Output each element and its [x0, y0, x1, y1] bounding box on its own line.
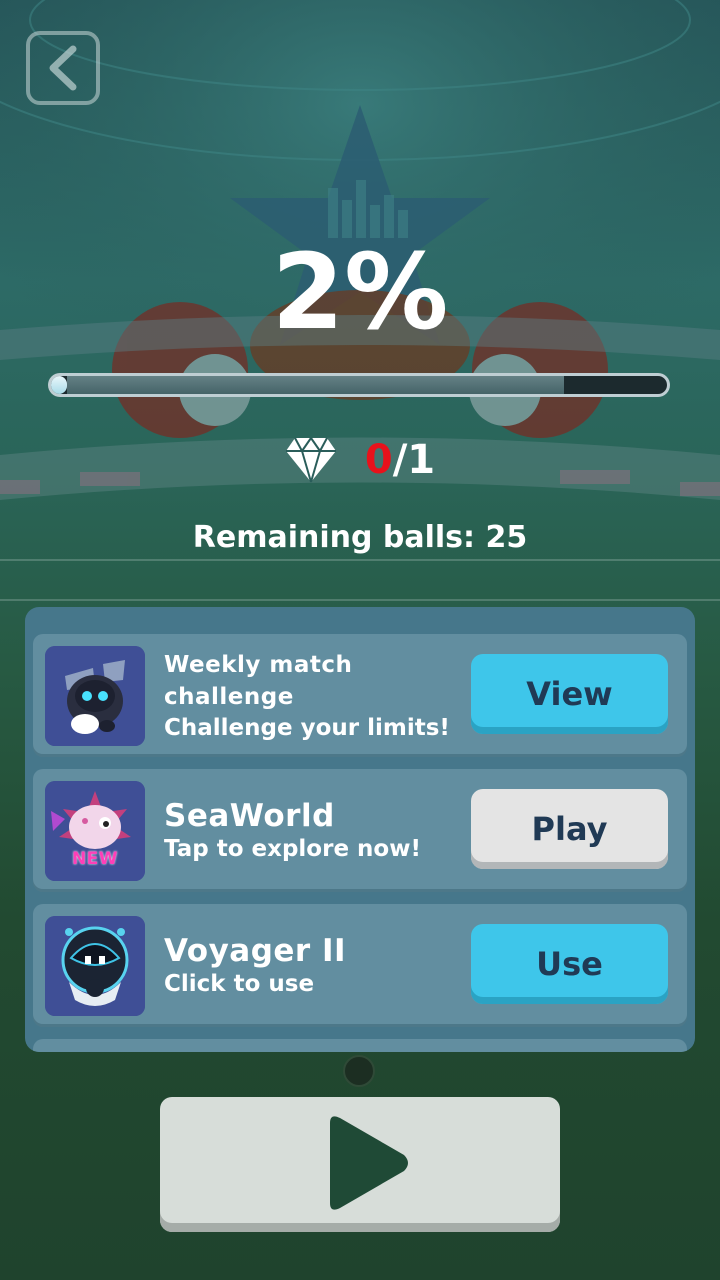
gem-counter: 0/1 [0, 432, 720, 488]
new-badge: NEW [71, 849, 119, 869]
gems-collected: 0 [364, 437, 393, 483]
offer-text: Weekly match challenge Challenge your li… [164, 634, 464, 757]
offer-row-seaworld: NEW SeaWorld Tap to explore now! Play [33, 769, 687, 892]
play-seaworld-button[interactable]: Play [471, 789, 668, 869]
offer-title: Voyager II [164, 932, 347, 969]
offer-row-partial [33, 1039, 687, 1052]
start-play-button[interactable] [160, 1097, 560, 1232]
offer-subtitle: Challenge your limits! [164, 714, 450, 741]
gems-separator: / [392, 437, 408, 483]
offer-row-weekly-challenge: Weekly match challenge Challenge your li… [33, 634, 687, 757]
diamond-icon [285, 437, 336, 483]
gem-count: 0/1 [365, 437, 435, 483]
chevron-left-icon [49, 45, 77, 91]
offer-subtitle: Click to use [164, 970, 315, 997]
offer-title: SeaWorld [164, 797, 335, 834]
robot-character-icon [45, 646, 145, 746]
progress-bar-fill [51, 376, 68, 394]
camera-notch [343, 1055, 375, 1087]
offer-subtitle: Tap to explore now! [164, 835, 421, 862]
remaining-balls: Remaining balls: 25 [192, 520, 528, 555]
use-button[interactable]: Use [471, 924, 668, 1004]
offers-panel: Weekly match challenge Challenge your li… [25, 607, 695, 1052]
play-icon [330, 1116, 408, 1210]
offer-text: SeaWorld Tap to explore now! [164, 769, 464, 892]
gems-total: 1 [407, 437, 436, 483]
progress-bar [48, 373, 670, 397]
offer-row-voyager: Voyager II Click to use Use [33, 904, 687, 1027]
view-button[interactable]: View [471, 654, 668, 734]
pufferfish-icon: NEW [45, 781, 145, 881]
back-button[interactable] [26, 31, 100, 105]
offer-text: Voyager II Click to use [164, 904, 464, 1027]
progress-percent: 2% [271, 231, 449, 353]
offer-title: Weekly match challenge [164, 651, 353, 710]
robot-helmet-icon [45, 916, 145, 1016]
